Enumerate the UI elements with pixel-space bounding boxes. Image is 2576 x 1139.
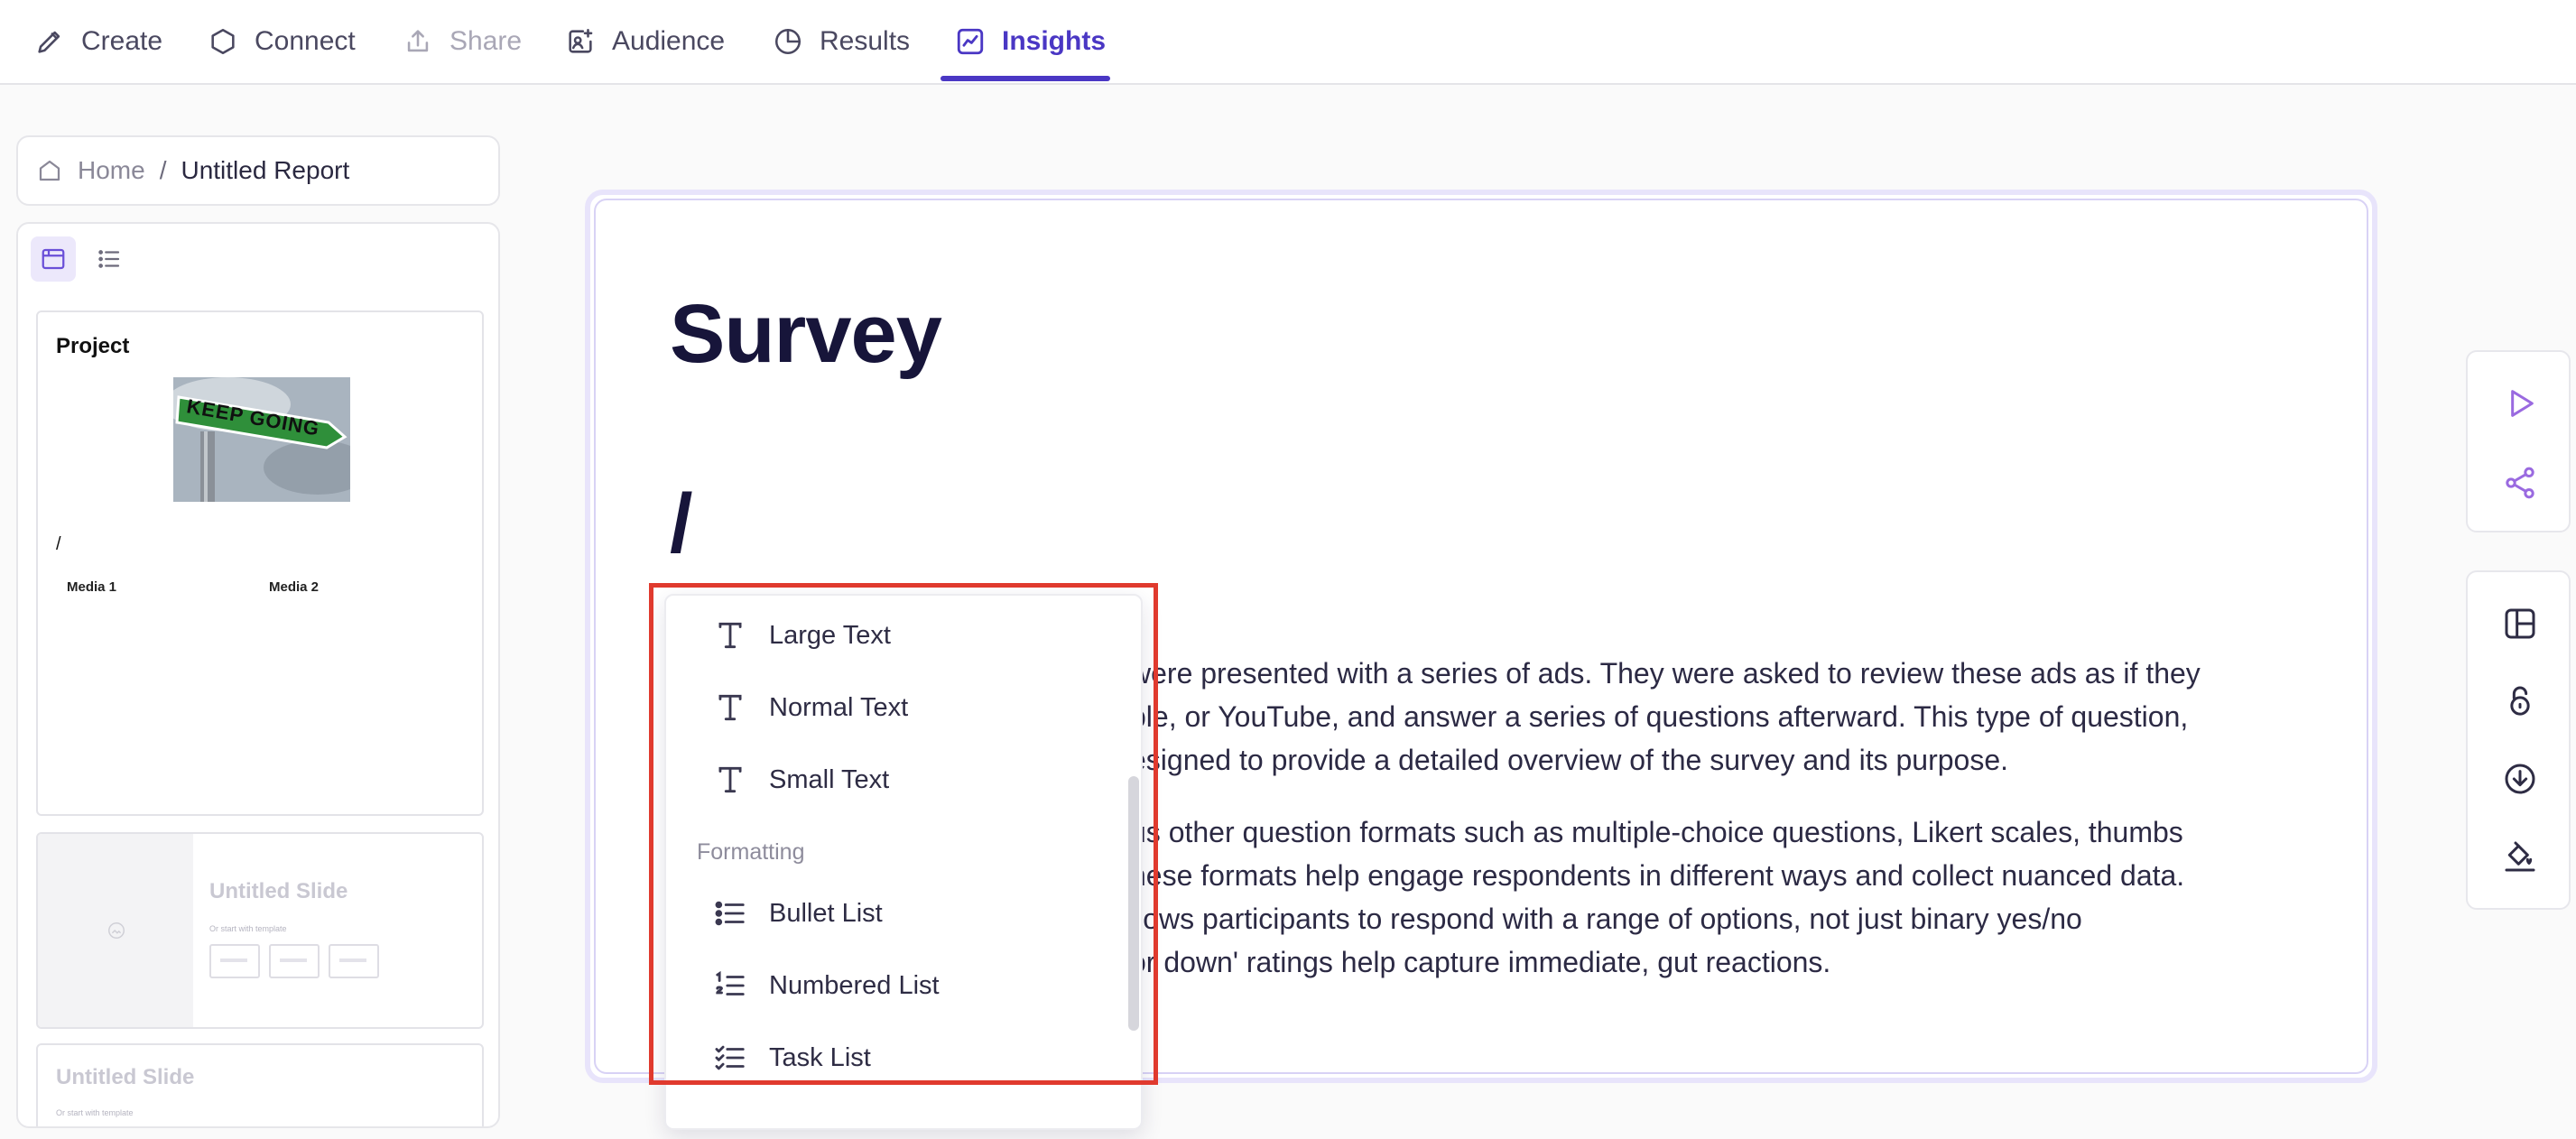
trend-chart-icon (957, 28, 984, 55)
tab-create-label: Create (81, 26, 163, 56)
list-icon (98, 250, 120, 268)
slash-command-input[interactable]: / (670, 477, 693, 571)
present-button[interactable] (2497, 381, 2543, 426)
tab-audience-label: Audience (612, 26, 726, 56)
menu-item-numbered-list-label: Numbered List (769, 970, 940, 1000)
menu-item-small-text[interactable]: Small Text (713, 753, 1110, 807)
menu-item-large-text[interactable]: Large Text (713, 608, 1110, 662)
menu-item-task-list[interactable]: Task List (713, 1031, 1110, 1085)
breadcrumb-separator: / (159, 156, 167, 184)
slide-1-media-2-label: Media 2 (269, 579, 320, 595)
tab-results[interactable]: Results (773, 0, 910, 83)
share-upload-icon (407, 30, 429, 52)
template-option-2[interactable] (269, 944, 320, 978)
download-button[interactable] (2497, 756, 2543, 801)
menu-item-normal-text-label: Normal Text (769, 692, 909, 722)
slide-panel: Project KEEP GOING / Media 1 Media 2 Unt… (16, 222, 500, 1128)
tab-create[interactable]: Create (34, 0, 162, 83)
theme-button[interactable] (2497, 834, 2543, 879)
breadcrumb-home-link[interactable]: Home (78, 156, 145, 185)
task-list-icon (715, 1045, 745, 1070)
slide-2-title: Untitled Slide (209, 879, 348, 903)
audience-icon (569, 28, 593, 53)
text-t-icon (718, 622, 742, 649)
keep-going-image: KEEP GOING (173, 377, 350, 502)
home-icon (39, 160, 60, 181)
tab-audience[interactable]: Audience (565, 0, 725, 83)
layout-icon (2505, 608, 2535, 639)
slide-3-title: Untitled Slide (56, 1065, 195, 1089)
share-button[interactable] (2497, 460, 2543, 505)
slide-thumbnail-1[interactable]: Project KEEP GOING / Media 1 Media 2 (36, 310, 484, 816)
menu-item-small-text-label: Small Text (769, 764, 890, 794)
text-t-icon (718, 694, 742, 721)
tab-connect-label: Connect (255, 26, 356, 56)
breadcrumb: Home / Untitled Report (16, 135, 500, 206)
top-navigation: Create Connect Share Audience Results In… (0, 0, 2576, 85)
layout-button[interactable] (2497, 601, 2543, 646)
menu-item-large-text-label: Large Text (769, 620, 891, 650)
slide-view-icon (42, 248, 65, 270)
menu-item-bullet-list[interactable]: Bullet List (713, 886, 1110, 940)
numbered-list-icon (716, 970, 745, 995)
slash-command-menu: Large Text Normal Text Small Text Format… (664, 594, 1143, 1130)
template-option-3[interactable] (329, 944, 379, 978)
lock-icon (2510, 686, 2530, 716)
lock-button[interactable] (2497, 679, 2543, 724)
tab-share-label: Share (449, 26, 523, 56)
menu-item-task-list-label: Task List (769, 1042, 871, 1072)
slide-thumbnail-2[interactable]: Untitled Slide Or start with template (36, 832, 484, 1029)
grid-view-button[interactable] (31, 236, 76, 282)
bullet-list-icon (715, 901, 745, 926)
placeholder-image-icon (108, 922, 125, 939)
tab-connect[interactable]: Connect (208, 0, 356, 83)
play-icon (2511, 390, 2534, 417)
pencil-icon (38, 31, 60, 53)
text-t-icon (718, 766, 742, 793)
document-title[interactable]: Survey (670, 287, 942, 382)
breadcrumb-current: Untitled Report (181, 156, 350, 184)
slide-tools-toolbar (2466, 570, 2571, 910)
hexagon-icon (211, 28, 235, 55)
active-tab-indicator (941, 76, 1110, 81)
slide-3-subtitle: Or start with template (56, 1108, 134, 1117)
slide-2-placeholder (38, 834, 193, 1027)
tab-insights-label: Insights (1002, 26, 1107, 56)
menu-scrollbar[interactable] (1128, 776, 1139, 1031)
slide-1-media-1-label: Media 1 (67, 579, 117, 595)
slide-1-slash: / (56, 534, 61, 554)
present-share-toolbar (2466, 350, 2571, 532)
menu-item-numbered-list[interactable]: Numbered List (713, 958, 1110, 1013)
template-option-1[interactable] (209, 944, 260, 978)
tab-share[interactable]: Share (403, 0, 522, 83)
download-icon (2505, 764, 2535, 794)
menu-item-bullet-list-label: Bullet List (769, 898, 883, 928)
pie-chart-icon (774, 28, 802, 55)
slide-2-subtitle: Or start with template (209, 924, 287, 933)
tab-results-label: Results (820, 26, 911, 56)
menu-item-normal-text[interactable]: Normal Text (713, 681, 1110, 735)
slide-thumbnail-3[interactable]: Untitled Slide Or start with template (36, 1043, 484, 1126)
slide-1-title: Project (56, 334, 130, 358)
list-view-button[interactable] (87, 236, 132, 282)
paint-bucket-icon (2505, 841, 2535, 872)
menu-group-formatting: Formatting (697, 839, 805, 865)
share-nodes-icon (2506, 467, 2534, 499)
tab-insights[interactable]: Insights (955, 0, 1106, 83)
